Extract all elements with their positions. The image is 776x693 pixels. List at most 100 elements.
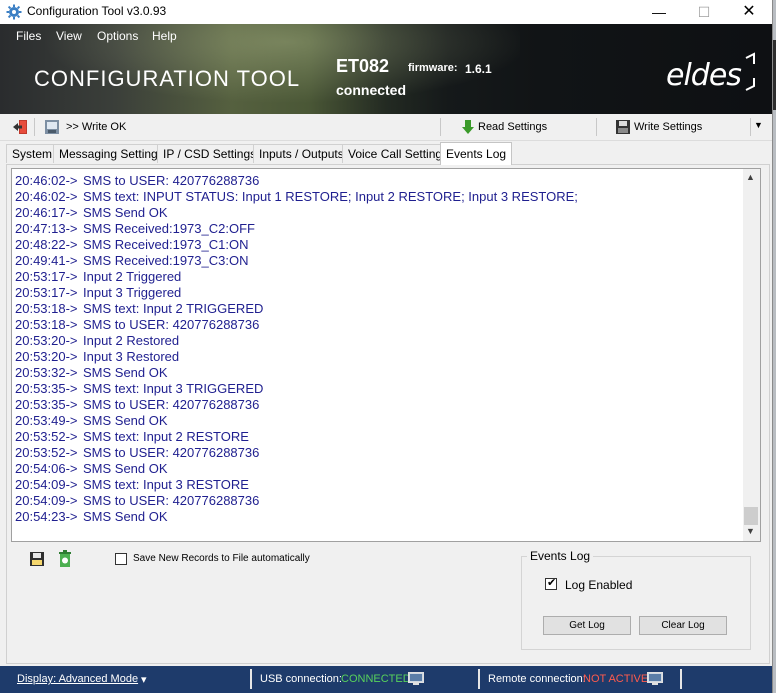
log-message: SMS text: Input 2 RESTORE [83,429,249,444]
toolbar-separator [440,118,441,136]
display-mode-selector[interactable]: Display: Advanced Mode [17,673,138,685]
maximize-button[interactable]: ☐ [681,0,727,24]
log-entry: 20:54:09-> SMS to USER: 420776288736 [15,493,740,509]
toolbar-dropdown-icon[interactable]: ▼ [754,120,763,130]
write-settings-label: Write Settings [634,121,703,133]
autosave-checkbox[interactable] [115,553,127,565]
log-message: SMS text: Input 3 RESTORE [83,477,249,492]
log-message: SMS Send OK [83,205,168,220]
autosave-label: Save New Records to File automatically [133,553,310,564]
log-entry: 20:54:23-> SMS Send OK [15,509,740,525]
log-message: SMS Send OK [83,461,168,476]
log-timestamp: 20:47:13-> [15,221,78,236]
log-message: SMS text: Input 2 TRIGGERED [83,301,264,316]
log-scrollbar[interactable]: ▲ ▼ [743,169,760,541]
log-entry: 20:53:18-> SMS text: Input 2 TRIGGERED [15,301,740,317]
log-message: SMS Send OK [83,509,168,524]
log-entry: 20:53:17-> Input 3 Triggered [15,285,740,301]
device-icon [45,120,59,134]
exit-icon[interactable] [12,119,28,135]
write-settings-button[interactable]: Write Settings [612,114,742,140]
monitor-icon [647,672,663,685]
log-message: SMS Received:1973_C1:ON [83,237,249,252]
log-entry: 20:48:22-> SMS Received:1973_C1:ON [15,237,740,253]
clear-log-button[interactable]: Clear Log [639,616,727,635]
menu-files[interactable]: Files [16,29,41,43]
floppy-disk-icon [616,120,630,134]
menu-options[interactable]: Options [97,29,138,43]
log-entry: 20:47:13-> SMS Received:1973_C2:OFF [15,221,740,237]
log-timestamp: 20:54:09-> [15,493,78,508]
write-status: >> Write OK [66,121,127,133]
device-model: ET082 [336,56,390,76]
toolbar-separator [596,118,597,136]
log-entry: 20:53:49-> SMS Send OK [15,413,740,429]
log-entry: 20:53:18-> SMS to USER: 420776288736 [15,317,740,333]
log-timestamp: 20:53:20-> [15,333,78,348]
log-entry: 20:54:06-> SMS Send OK [15,461,740,477]
log-message: SMS to USER: 420776288736 [83,445,260,460]
tab-inputs-outputs[interactable]: Inputs / Outputs [253,144,350,163]
log-timestamp: 20:53:32-> [15,365,78,380]
tab-ip-csd-settings[interactable]: IP / CSD Settings [157,144,263,163]
gear-icon [6,4,22,20]
title-bar[interactable]: Configuration Tool v3.0.93 — ☐ ✕ [0,0,772,24]
get-log-button[interactable]: Get Log [543,616,631,635]
log-timestamp: 20:53:35-> [15,397,78,412]
log-entry: 20:53:52-> SMS text: Input 2 RESTORE [15,429,740,445]
connection-status: connected [336,82,407,98]
log-timestamp: 20:53:52-> [15,445,78,460]
log-timestamp: 20:53:18-> [15,317,78,332]
scroll-down-icon[interactable]: ▼ [746,526,755,536]
menu-help[interactable]: Help [152,29,177,43]
tab-system[interactable]: System [6,144,59,163]
log-timestamp: 20:53:20-> [15,349,78,364]
log-entry: 20:53:32-> SMS Send OK [15,365,740,381]
log-timestamp: 20:54:06-> [15,461,78,476]
log-message: SMS to USER: 420776288736 [83,397,260,412]
scroll-up-icon[interactable]: ▲ [746,172,755,182]
log-message: SMS to USER: 420776288736 [83,493,260,508]
tab-events-log[interactable]: Events Log [440,142,513,165]
log-message: SMS to USER: 420776288736 [83,173,260,188]
header-banner: Files View Options Help CONFIGURATION TO… [0,24,772,114]
events-log-group-title: Events Log [527,549,594,563]
log-entry: 20:49:41-> SMS Received:1973_C3:ON [15,253,740,269]
log-message: Input 3 Triggered [83,285,182,300]
log-entry: 20:46:02-> SMS to USER: 420776288736 [15,173,740,189]
events-log-group [521,556,751,650]
tab-voice-call-settings[interactable]: Voice Call Settings [342,144,455,163]
minimize-button[interactable]: — [636,0,682,24]
download-arrow-icon [462,120,474,134]
log-enabled-checkbox[interactable]: ✔ [545,577,557,590]
usb-connection-status: CONNECTED [341,673,411,685]
log-entry: 20:53:20-> Input 3 Restored [15,349,740,365]
display-mode-arrow-icon[interactable]: ▾ [141,673,147,686]
log-timestamp: 20:53:18-> [15,301,78,316]
app-window: Configuration Tool v3.0.93 — ☐ ✕ Files V… [0,0,773,693]
trash-icon[interactable] [57,550,73,568]
status-separator [250,669,252,689]
log-message: SMS to USER: 420776288736 [83,317,260,332]
log-entry: 20:53:52-> SMS to USER: 420776288736 [15,445,740,461]
log-timestamp: 20:49:41-> [15,253,78,268]
save-log-icon[interactable] [29,551,45,567]
menu-view[interactable]: View [56,29,82,43]
firmware-label: firmware: [408,62,458,74]
log-message: SMS Send OK [83,365,168,380]
events-log-list[interactable]: 20:46:02-> SMS to USER: 420776288736 20:46… [11,168,761,542]
log-entry: 20:53:20-> Input 2 Restored [15,333,740,349]
log-timestamp: 20:53:52-> [15,429,78,444]
toolbar: >> Write OK Read Settings Write Settings… [0,114,772,141]
firmware-version: 1.6.1 [465,62,492,76]
tab-messaging-settings[interactable]: Messaging Settings [53,144,170,163]
log-timestamp: 20:46:17-> [15,205,78,220]
log-entry: 20:54:09-> SMS text: Input 3 RESTORE [15,477,740,493]
close-button[interactable]: ✕ [726,0,772,24]
log-entry: 20:46:17-> SMS Send OK [15,205,740,221]
scroll-thumb[interactable] [744,507,758,525]
log-timestamp: 20:53:17-> [15,269,78,284]
remote-connection-status: NOT ACTIVE [583,673,649,685]
read-settings-button[interactable]: Read Settings [456,114,586,140]
log-timestamp: 20:53:17-> [15,285,78,300]
